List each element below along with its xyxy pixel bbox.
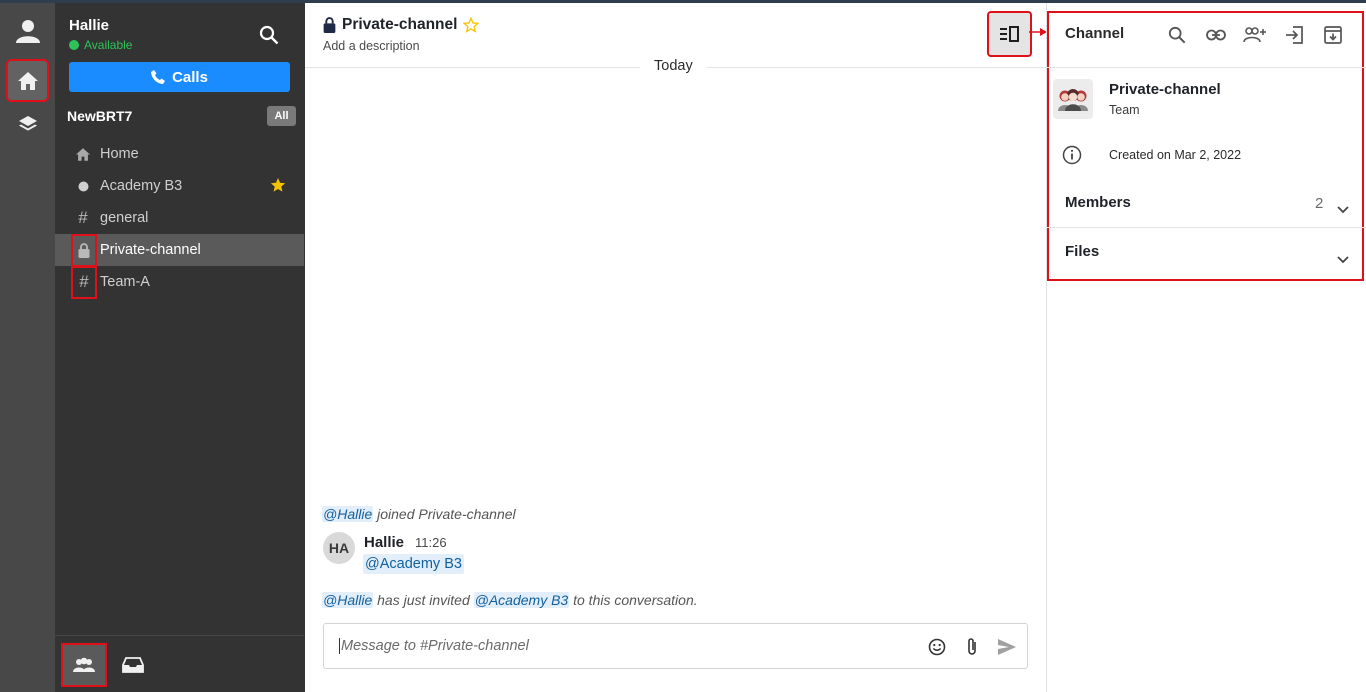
sidebar: Hallie Available Calls NewBRT7 All Home … — [55, 3, 305, 692]
group-icon — [73, 657, 95, 672]
system-message-text: joined Private-channel — [373, 506, 516, 522]
search-icon[interactable] — [1165, 23, 1189, 47]
sidebar-item-label: Private-channel — [100, 242, 201, 258]
status-label: Available — [84, 38, 133, 52]
message-input[interactable]: Message to #Private-channel — [323, 623, 1028, 669]
message-author[interactable]: Hallie — [364, 534, 404, 551]
day-label: Today — [640, 58, 707, 74]
panel-header-divider — [1047, 67, 1366, 68]
system-message-text: to this conversation. — [569, 592, 698, 608]
system-message-invited: @Hallie has just invited @Academy B3 to … — [322, 592, 698, 608]
leave-channel-icon[interactable] — [1282, 23, 1306, 47]
channel-header: Private-channel — [323, 16, 480, 34]
system-message-text: has just invited — [373, 592, 474, 608]
inbox-icon[interactable] — [112, 645, 154, 685]
app-rail — [0, 3, 55, 692]
chevron-down-icon[interactable] — [1337, 251, 1349, 269]
message-body: @Academy B3 — [363, 554, 464, 574]
emoji-icon[interactable] — [926, 636, 948, 658]
hash-icon: # — [71, 265, 97, 299]
user-mention[interactable]: @Academy B3 — [363, 554, 464, 574]
files-section-toggle[interactable]: Files — [1065, 243, 1099, 260]
home-rail-button[interactable] — [6, 59, 49, 102]
sidebar-item-team-a[interactable]: # Team-A — [55, 265, 304, 299]
members-section-toggle[interactable]: Members — [1065, 194, 1131, 211]
calls-button[interactable]: Calls — [69, 62, 290, 92]
add-member-icon[interactable] — [1243, 23, 1267, 47]
lock-icon — [71, 233, 97, 267]
sidebar-item-home[interactable]: Home — [55, 138, 304, 170]
calls-label: Calls — [172, 68, 208, 86]
user-mention[interactable]: @Academy B3 — [473, 592, 570, 608]
layers-icon[interactable] — [8, 105, 47, 144]
avatar[interactable]: HA — [323, 532, 355, 564]
team-avatar-icon — [1058, 89, 1088, 111]
channel-avatar — [1053, 79, 1093, 119]
channel-details-panel: Channel Private-channel Team Created on … — [1046, 3, 1366, 692]
hash-icon: # — [78, 208, 88, 227]
home-icon — [17, 71, 38, 90]
link-icon[interactable] — [1204, 23, 1228, 47]
message-timestamp: 11:26 — [415, 535, 447, 550]
panel-channel-type: Team — [1109, 103, 1140, 117]
sidebar-item-label: Academy B3 — [100, 178, 183, 194]
sidebar-item-general[interactable]: # general — [55, 202, 304, 234]
user-mention[interactable]: @Hallie — [322, 592, 374, 608]
send-icon[interactable] — [996, 636, 1018, 658]
channel-description[interactable]: Add a description — [323, 39, 420, 53]
home-icon — [75, 144, 91, 164]
details-panel-toggle-button[interactable] — [987, 11, 1032, 57]
user-mention[interactable]: @Hallie — [322, 506, 374, 522]
sidebar-item-private-channel[interactable]: Private-channel — [55, 233, 304, 267]
info-icon — [1062, 145, 1082, 170]
teams-button[interactable] — [61, 643, 107, 687]
team-name: NewBRT7 — [67, 108, 133, 124]
section-divider — [1047, 227, 1366, 228]
members-count: 2 — [1315, 195, 1324, 212]
chevron-down-icon[interactable] — [1337, 201, 1349, 219]
message-input-placeholder: Message to #Private-channel — [339, 638, 529, 654]
archive-icon[interactable] — [1321, 23, 1345, 47]
panel-toggle-icon — [999, 26, 1019, 42]
search-icon[interactable] — [257, 23, 281, 47]
star-icon[interactable] — [270, 177, 286, 197]
panel-channel-name: Private-channel — [1109, 81, 1221, 98]
lock-icon — [323, 17, 336, 33]
sidebar-item-label: Home — [100, 146, 139, 162]
phone-icon — [151, 70, 166, 84]
user-status[interactable]: Available — [69, 38, 132, 52]
system-message-joined: @Hallie joined Private-channel — [322, 506, 516, 522]
channel-title: Private-channel — [342, 16, 458, 33]
star-outline-icon[interactable] — [463, 17, 480, 33]
sidebar-item-academy-b3[interactable]: Academy B3 — [55, 170, 304, 202]
user-name: Hallie — [69, 17, 110, 34]
conversation-pane: Private-channel Add a description Today … — [305, 3, 1046, 692]
presence-dot-icon — [75, 176, 91, 196]
panel-title: Channel — [1065, 25, 1125, 42]
profile-icon[interactable] — [8, 11, 47, 50]
status-dot-icon — [69, 40, 79, 50]
sidebar-divider — [55, 635, 304, 636]
attachment-icon[interactable] — [961, 636, 983, 658]
filter-all-button[interactable]: All — [267, 106, 296, 126]
created-date: Created on Mar 2, 2022 — [1109, 148, 1242, 162]
sidebar-item-label: general — [100, 210, 149, 226]
annotation-arrow-icon — [1029, 28, 1047, 36]
annotation-box — [1047, 11, 1364, 281]
sidebar-item-label: Team-A — [100, 274, 150, 290]
